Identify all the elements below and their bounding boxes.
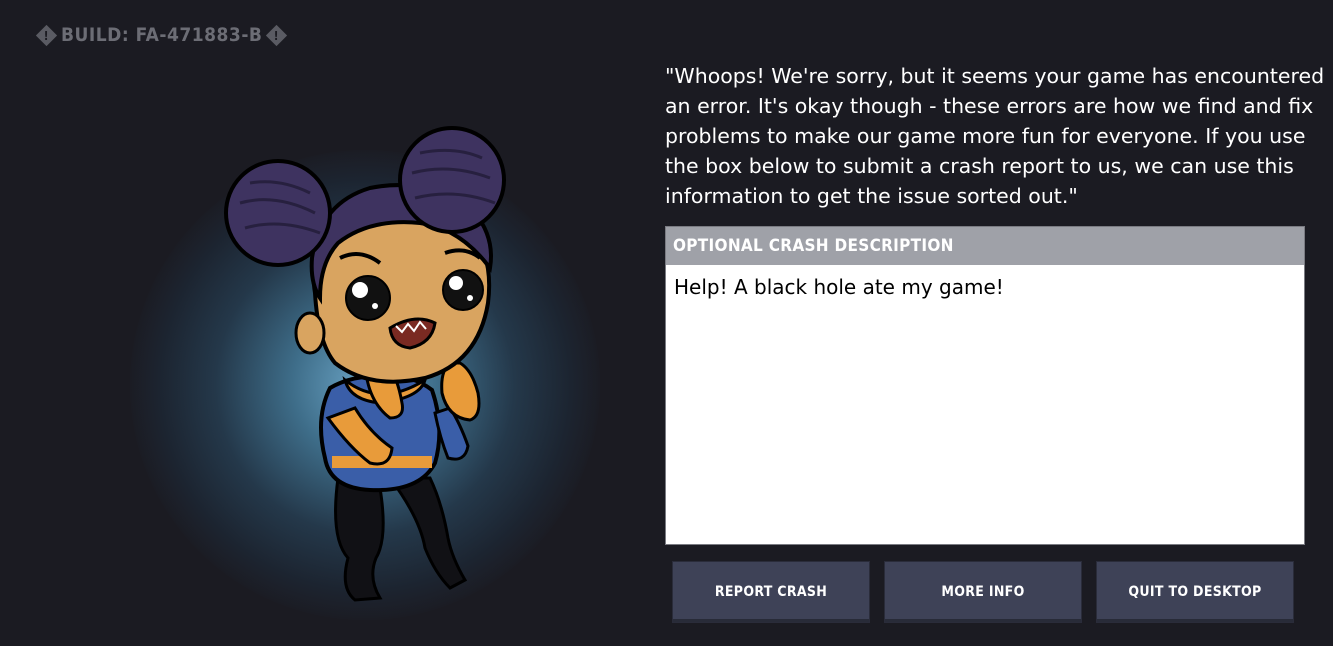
more-info-button[interactable]: MORE INFO: [884, 561, 1082, 623]
crash-description-panel: OPTIONAL CRASH DESCRIPTION: [665, 226, 1305, 545]
error-message: "Whoops! We're sorry, but it seems your …: [665, 64, 1325, 208]
crash-description-header: OPTIONAL CRASH DESCRIPTION: [666, 227, 1304, 265]
report-crash-button[interactable]: REPORT CRASH: [672, 561, 870, 623]
action-buttons: REPORT CRASH MORE INFO QUIT TO DESKTOP: [672, 561, 1294, 623]
crash-description-input[interactable]: [666, 265, 1304, 543]
build-text: BUILD: FA-471883-B: [61, 24, 263, 46]
scared-duplicant-illustration: [224, 126, 506, 602]
quit-to-desktop-button[interactable]: QUIT TO DESKTOP: [1096, 561, 1294, 623]
exclamation-diamond-icon: !: [266, 24, 288, 46]
build-label: ! BUILD: FA-471883-B !: [35, 22, 288, 48]
exclamation-diamond-icon: !: [35, 24, 58, 46]
